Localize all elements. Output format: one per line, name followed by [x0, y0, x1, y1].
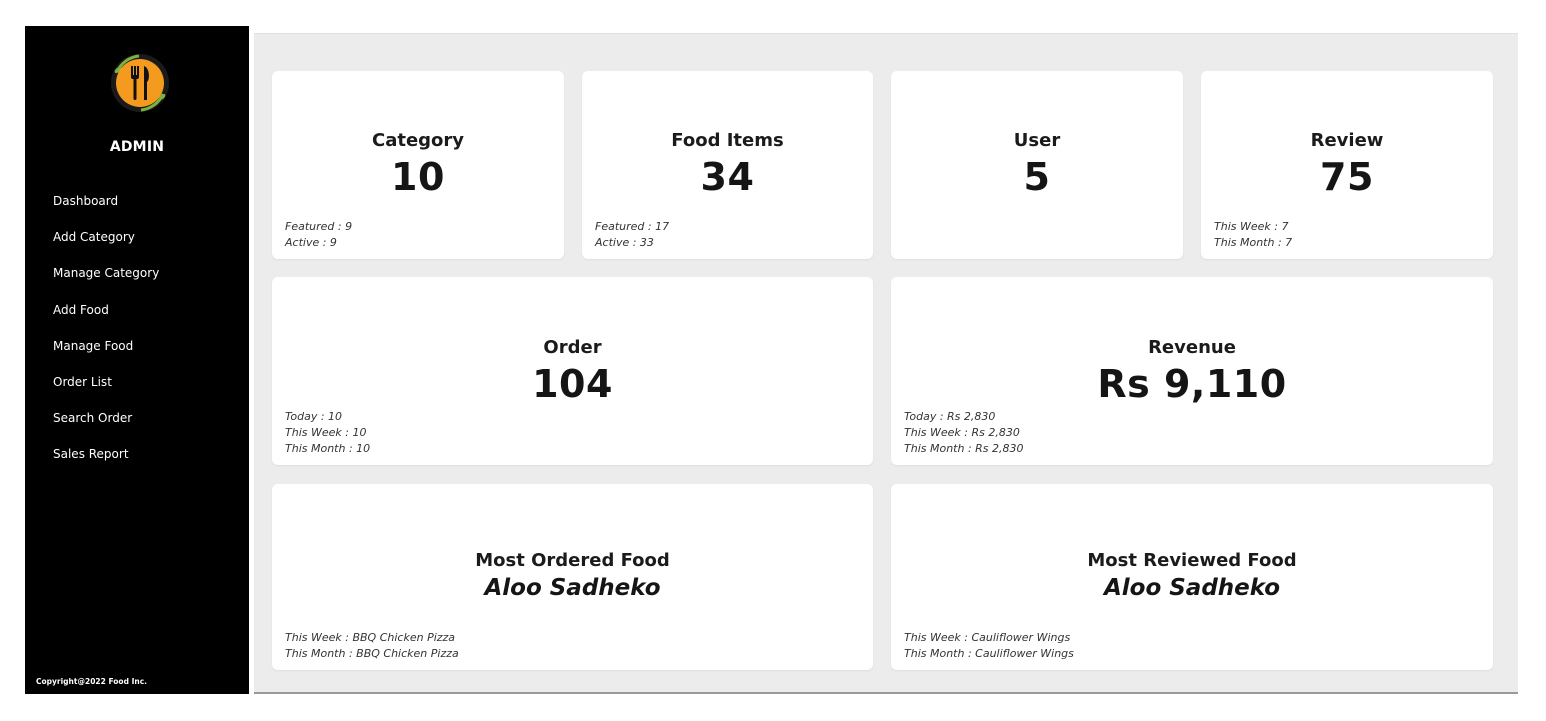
card-title: Most Ordered Food	[475, 550, 670, 571]
stat-line: This Month : BBQ Chicken Pizza	[285, 647, 459, 660]
sidebar-nav: Dashboard Add Category Manage Category A…	[53, 192, 159, 482]
order-card[interactable]: Order 104 Today : 10 This Week : 10 This…	[272, 277, 873, 465]
card-title: Order	[543, 337, 602, 358]
stat-line: This Week : Cauliflower Wings	[904, 631, 1071, 644]
stat-line: Active : 33	[595, 236, 654, 249]
sidebar-item-order-list[interactable]: Order List	[53, 373, 159, 409]
card-title: Category	[371, 130, 465, 151]
fork-knife-logo-icon[interactable]	[109, 52, 171, 114]
sidebar-item-manage-food[interactable]: Manage Food	[53, 337, 159, 373]
card-stats: This Week : 7 This Month : 7	[1214, 219, 1292, 251]
sidebar-item-search-order[interactable]: Search Order	[53, 409, 159, 445]
most-reviewed-food-card[interactable]: Most Reviewed Food Aloo Sadheko This Wee…	[891, 484, 1493, 670]
revenue-card[interactable]: Revenue Rs 9,110 Today : Rs 2,830 This W…	[891, 277, 1493, 465]
card-value: 34	[700, 155, 755, 199]
card-stats: Featured : 9 Active : 9	[285, 219, 352, 251]
sidebar-item-add-food[interactable]: Add Food	[53, 301, 159, 337]
stat-line: This Month : 7	[1214, 236, 1293, 249]
most-ordered-food-card[interactable]: Most Ordered Food Aloo Sadheko This Week…	[272, 484, 873, 670]
card-value: 75	[1320, 155, 1374, 199]
sidebar: ADMIN Dashboard Add Category Manage Cate…	[25, 26, 249, 694]
most-reviewed-food-name: Aloo Sadheko	[1103, 575, 1281, 601]
sidebar-item-add-category[interactable]: Add Category	[53, 228, 159, 264]
stat-line: This Month : 10	[285, 442, 371, 455]
card-stats: Today : Rs 2,830 This Week : Rs 2,830 Th…	[904, 409, 1024, 457]
most-ordered-food-name: Aloo Sadheko	[484, 575, 661, 601]
card-value: 10	[391, 155, 445, 199]
card-title: Revenue	[1148, 337, 1236, 358]
review-card[interactable]: Review 75 This Week : 7 This Month : 7	[1201, 71, 1493, 259]
stat-line: Featured : 17	[595, 220, 670, 233]
card-stats: This Week : BBQ Chicken Pizza This Month…	[285, 630, 459, 662]
stat-line: This Week : 10	[285, 426, 367, 439]
card-title: Most Reviewed Food	[1087, 550, 1297, 571]
stat-line: Today : Rs 2,830	[904, 410, 996, 423]
card-value: 104	[532, 362, 613, 406]
category-card[interactable]: Category 10 Featured : 9 Active : 9	[272, 71, 564, 259]
card-title: User	[1013, 130, 1061, 151]
stat-line: Featured : 9	[285, 220, 353, 233]
sidebar-item-dashboard[interactable]: Dashboard	[53, 192, 159, 228]
stat-line: This Month : Rs 2,830	[904, 442, 1024, 455]
card-stats: This Week : Cauliflower Wings This Month…	[904, 630, 1074, 662]
stat-line: This Week : BBQ Chicken Pizza	[285, 631, 456, 644]
card-value: Rs 9,110	[1097, 362, 1287, 406]
stat-line: This Week : Rs 2,830	[904, 426, 1020, 439]
copyright-text: Copyright@2022 Food Inc.	[36, 677, 147, 686]
card-stats: Today : 10 This Week : 10 This Month : 1…	[285, 409, 370, 457]
admin-label: ADMIN	[109, 139, 165, 155]
dashboard-main: Category 10 Featured : 9 Active : 9 Food…	[254, 33, 1518, 694]
sidebar-item-manage-category[interactable]: Manage Category	[53, 264, 159, 300]
card-value: 5	[1023, 155, 1051, 199]
sidebar-item-sales-report[interactable]: Sales Report	[53, 445, 159, 481]
card-title: Review	[1310, 130, 1384, 151]
card-title: Food Items	[671, 130, 784, 151]
stat-line: Today : 10	[285, 410, 343, 423]
stat-line: This Week : 7	[1214, 220, 1289, 233]
user-card[interactable]: User 5	[891, 71, 1183, 259]
stat-line: Active : 9	[285, 236, 337, 249]
food-items-card[interactable]: Food Items 34 Featured : 17 Active : 33	[582, 71, 873, 259]
card-stats: Featured : 17 Active : 33	[595, 219, 669, 251]
stat-line: This Month : Cauliflower Wings	[904, 647, 1074, 660]
